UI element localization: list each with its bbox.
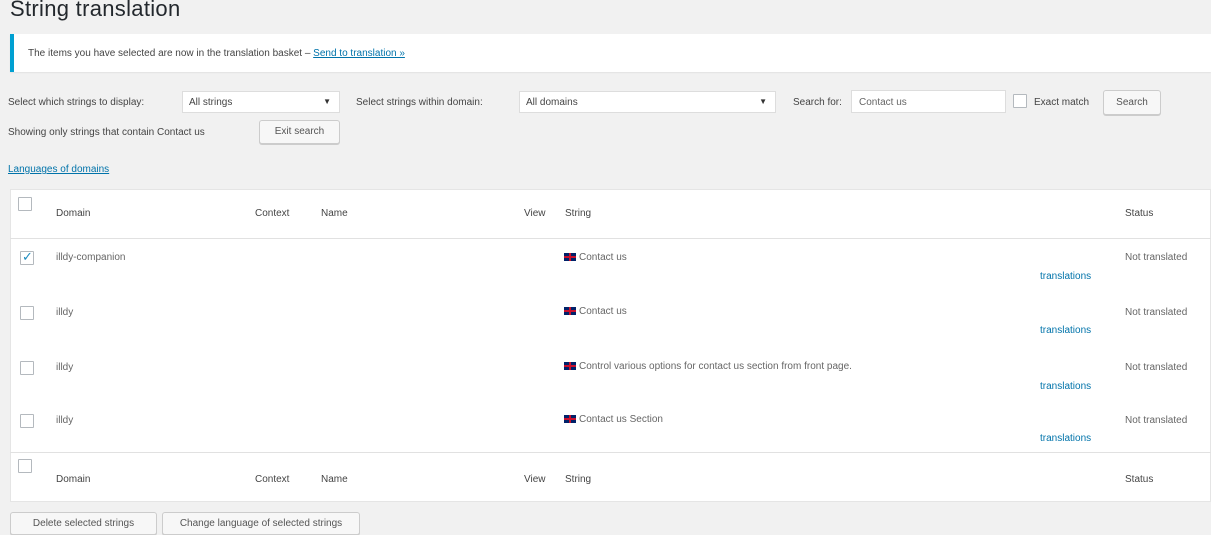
page-title: String translation: [10, 0, 181, 21]
row-string-text: Control various options for contact us s…: [579, 361, 852, 372]
exact-match-label: Exact match: [1034, 97, 1090, 108]
row-string: Contact us: [564, 252, 627, 263]
uk-flag-icon: [564, 307, 576, 315]
row-string: Contact us: [564, 306, 627, 317]
row-translations-link[interactable]: translations: [1040, 433, 1091, 444]
column-header-view: View: [524, 208, 546, 219]
row-string-text: Contact us: [579, 252, 627, 263]
select-all-checkbox-footer[interactable]: [18, 459, 32, 473]
row-checkbox[interactable]: [20, 249, 34, 265]
uk-flag-icon: [564, 253, 576, 261]
column-footer-status: Status: [1125, 474, 1154, 485]
header-divider: [10, 238, 1211, 239]
delete-selected-strings-button[interactable]: Delete selected strings: [10, 512, 157, 535]
search-input[interactable]: Contact us: [851, 90, 1006, 113]
domain-select-value: All domains: [526, 97, 578, 108]
row-string-text: Contact us Section: [579, 414, 663, 425]
display-filter-label: Select which strings to display:: [8, 97, 145, 108]
search-button[interactable]: Search: [1103, 90, 1161, 115]
display-strings-select[interactable]: All strings ▼: [182, 91, 340, 113]
notice-text: The items you have selected are now in t…: [28, 48, 314, 59]
select-all-checkbox[interactable]: [18, 197, 32, 211]
domain-filter-label: Select strings within domain:: [356, 97, 483, 108]
send-to-translation-link[interactable]: Send to translation »: [313, 48, 405, 59]
row-domain: illdy-companion: [56, 252, 126, 263]
chevron-down-icon: ▼: [759, 97, 767, 106]
row-string-text: Contact us: [579, 306, 627, 317]
column-footer-context[interactable]: Context: [255, 474, 289, 485]
footer-divider: [10, 452, 1211, 453]
row-translations-link[interactable]: translations: [1040, 325, 1091, 336]
row-translations-link[interactable]: translations: [1040, 381, 1091, 392]
search-label: Search for:: [793, 97, 842, 108]
notice-message: The items you have selected are now in t…: [28, 48, 405, 59]
row-status: Not translated: [1125, 415, 1188, 426]
row-string: Contact us Section: [564, 414, 663, 425]
row-string: Control various options for contact us s…: [564, 361, 852, 372]
exit-search-button[interactable]: Exit search: [259, 120, 340, 144]
languages-of-domains-link[interactable]: Languages of domains: [8, 164, 109, 175]
row-translations-link[interactable]: translations: [1040, 271, 1091, 282]
row-status: Not translated: [1125, 362, 1188, 373]
column-footer-domain[interactable]: Domain: [56, 474, 90, 485]
row-domain: illdy: [56, 415, 74, 426]
row-checkbox[interactable]: [20, 414, 34, 428]
column-header-string[interactable]: String: [565, 208, 591, 219]
translation-basket-notice: The items you have selected are now in t…: [10, 34, 1211, 72]
row-domain: illdy: [56, 362, 74, 373]
showing-filter-text: Showing only strings that contain Contac…: [8, 127, 205, 138]
column-header-domain[interactable]: Domain: [56, 208, 90, 219]
chevron-down-icon: ▼: [323, 97, 331, 106]
row-status: Not translated: [1125, 252, 1188, 263]
exact-match-checkbox[interactable]: [1013, 94, 1027, 108]
row-status: Not translated: [1125, 307, 1188, 318]
uk-flag-icon: [564, 362, 576, 370]
column-footer-string[interactable]: String: [565, 474, 591, 485]
row-checkbox[interactable]: [20, 361, 34, 375]
strings-table: [10, 189, 1211, 502]
change-language-button[interactable]: Change language of selected strings: [162, 512, 360, 535]
column-header-name[interactable]: Name: [321, 208, 348, 219]
column-header-context[interactable]: Context: [255, 208, 289, 219]
column-footer-name[interactable]: Name: [321, 474, 348, 485]
row-checkbox[interactable]: [20, 306, 34, 320]
uk-flag-icon: [564, 415, 576, 423]
domain-select[interactable]: All domains ▼: [519, 91, 776, 113]
row-domain: illdy: [56, 307, 74, 318]
column-footer-view: View: [524, 474, 546, 485]
display-strings-value: All strings: [189, 97, 233, 108]
column-header-status: Status: [1125, 208, 1154, 219]
